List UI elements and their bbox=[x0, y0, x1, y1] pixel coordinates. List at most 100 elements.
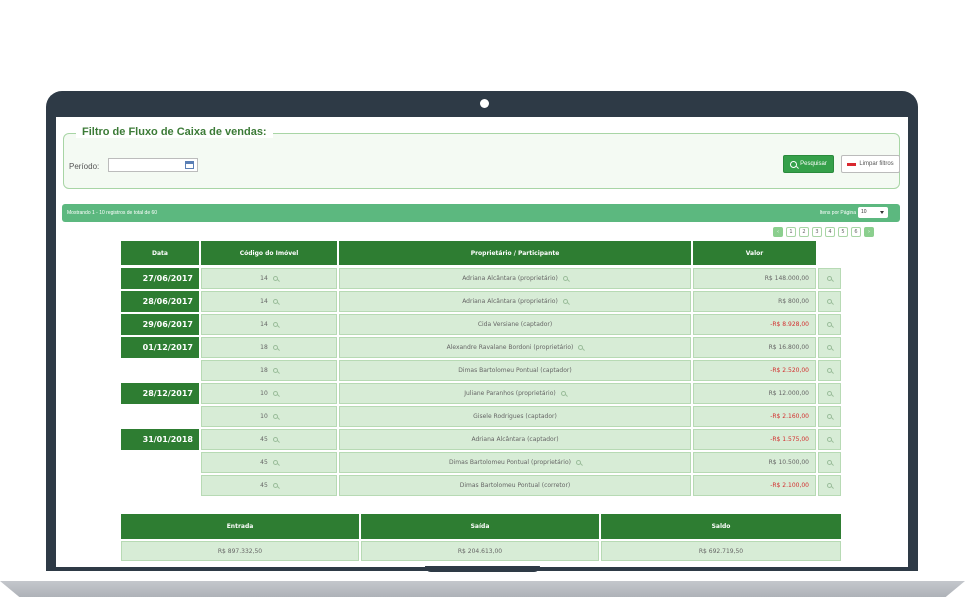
view-property-icon[interactable] bbox=[272, 460, 278, 465]
page-button[interactable]: 6 bbox=[851, 227, 861, 237]
view-detail-icon[interactable] bbox=[827, 299, 832, 304]
view-detail-icon[interactable] bbox=[827, 437, 832, 442]
row-action-cell[interactable] bbox=[818, 383, 841, 404]
view-detail-icon[interactable] bbox=[827, 483, 832, 488]
view-property-icon[interactable] bbox=[272, 414, 278, 419]
search-icon bbox=[790, 160, 798, 168]
summary-value: R$ 692.719,50 bbox=[601, 541, 841, 561]
property-code-cell: 14 bbox=[201, 314, 337, 335]
value-cell: -R$ 2.160,00 bbox=[693, 406, 816, 427]
property-code-cell: 45 bbox=[201, 475, 337, 496]
page-button[interactable]: 2 bbox=[799, 227, 809, 237]
participant-cell: Alexandre Ravalane Bordoni (proprietário… bbox=[339, 337, 691, 358]
period-input[interactable] bbox=[108, 158, 198, 172]
value-cell: R$ 12.000,00 bbox=[693, 383, 816, 404]
summary-value: R$ 204.613,00 bbox=[361, 541, 599, 561]
laptop-base bbox=[0, 581, 965, 597]
row-action-cell[interactable] bbox=[818, 429, 841, 450]
property-code: 14 bbox=[260, 298, 268, 305]
prev-page-button[interactable]: ‹ bbox=[773, 227, 783, 237]
view-detail-icon[interactable] bbox=[827, 345, 832, 350]
view-detail-icon[interactable] bbox=[827, 460, 832, 465]
property-code-cell: 18 bbox=[201, 337, 337, 358]
participant-cell: Dimas Bartolomeu Pontual (corretor) bbox=[339, 475, 691, 496]
participant-cell: Adriana Alcântara (captador) bbox=[339, 429, 691, 450]
row-action-cell[interactable] bbox=[818, 360, 841, 381]
value-cell: -R$ 1.575,00 bbox=[693, 429, 816, 450]
row-action-cell[interactable] bbox=[818, 406, 841, 427]
view-owner-icon[interactable] bbox=[575, 460, 581, 465]
participant-name: Adriana Alcântara (proprietário) bbox=[462, 298, 558, 305]
participant-name: Dimas Bartolomeu Pontual (captador) bbox=[458, 367, 572, 374]
view-property-icon[interactable] bbox=[272, 437, 278, 442]
per-page-label: Itens por Página bbox=[819, 210, 856, 216]
date-cell: 01/12/2017 bbox=[121, 337, 199, 358]
view-property-icon[interactable] bbox=[272, 368, 278, 373]
property-code-cell: 18 bbox=[201, 360, 337, 381]
property-code: 10 bbox=[260, 390, 268, 397]
page-button[interactable]: 4 bbox=[825, 227, 835, 237]
view-detail-icon[interactable] bbox=[827, 414, 832, 419]
clear-icon bbox=[847, 162, 857, 166]
participant-name: Juliane Paranhos (proprietário) bbox=[464, 390, 556, 397]
view-detail-icon[interactable] bbox=[827, 276, 832, 281]
value-cell: R$ 10.500,00 bbox=[693, 452, 816, 473]
view-property-icon[interactable] bbox=[272, 299, 278, 304]
records-count: Mostrando 1 - 10 registros de total de 6… bbox=[67, 210, 158, 216]
view-owner-icon[interactable] bbox=[562, 299, 568, 304]
calendar-icon[interactable] bbox=[185, 161, 194, 169]
pagination: ‹ 1 2 3 4 5 6 › bbox=[773, 227, 874, 237]
app-screen: Filtro de Fluxo de Caixa de vendas: Perí… bbox=[56, 117, 908, 567]
records-bar: Mostrando 1 - 10 registros de total de 6… bbox=[62, 204, 900, 222]
row-action-cell[interactable] bbox=[818, 291, 841, 312]
view-property-icon[interactable] bbox=[272, 391, 278, 396]
property-code: 14 bbox=[260, 321, 268, 328]
row-action-cell[interactable] bbox=[818, 337, 841, 358]
view-property-icon[interactable] bbox=[272, 322, 278, 327]
value-cell: R$ 148.000,00 bbox=[693, 268, 816, 289]
property-code-cell: 14 bbox=[201, 268, 337, 289]
row-action-cell[interactable] bbox=[818, 314, 841, 335]
per-page-select[interactable]: 10 bbox=[858, 207, 888, 218]
column-header: Valor bbox=[693, 241, 816, 265]
page-button[interactable]: 5 bbox=[838, 227, 848, 237]
row-action-cell[interactable] bbox=[818, 475, 841, 496]
clear-filters-button[interactable]: Limpar filtros bbox=[841, 155, 900, 173]
view-detail-icon[interactable] bbox=[827, 391, 832, 396]
page-button[interactable]: 3 bbox=[812, 227, 822, 237]
summary-header: Saldo bbox=[601, 514, 841, 539]
participant-name: Alexandre Ravalane Bordoni (proprietário… bbox=[446, 344, 574, 351]
search-button[interactable]: Pesquisar bbox=[783, 155, 834, 173]
participant-cell: Cida Versiane (captador) bbox=[339, 314, 691, 335]
column-header: Data bbox=[121, 241, 199, 265]
row-action-cell[interactable] bbox=[818, 452, 841, 473]
date-cell: 28/12/2017 bbox=[121, 383, 199, 404]
next-page-button[interactable]: › bbox=[864, 227, 874, 237]
view-detail-icon[interactable] bbox=[827, 322, 832, 327]
view-property-icon[interactable] bbox=[272, 345, 278, 350]
row-action-cell[interactable] bbox=[818, 268, 841, 289]
view-property-icon[interactable] bbox=[272, 483, 278, 488]
participant-cell: Juliane Paranhos (proprietário) bbox=[339, 383, 691, 404]
participant-cell: Adriana Alcântara (proprietário) bbox=[339, 291, 691, 312]
view-property-icon[interactable] bbox=[272, 276, 278, 281]
participant-cell: Dimas Bartolomeu Pontual (proprietário) bbox=[339, 452, 691, 473]
property-code-cell: 45 bbox=[201, 429, 337, 450]
participant-name: Adriana Alcântara (proprietário) bbox=[462, 275, 558, 282]
page-button[interactable]: 1 bbox=[786, 227, 796, 237]
property-code-cell: 14 bbox=[201, 291, 337, 312]
view-detail-icon[interactable] bbox=[827, 368, 832, 373]
participant-cell: Adriana Alcântara (proprietário) bbox=[339, 268, 691, 289]
value-cell: -R$ 2.100,00 bbox=[693, 475, 816, 496]
view-owner-icon[interactable] bbox=[578, 345, 584, 350]
view-owner-icon[interactable] bbox=[562, 276, 568, 281]
participant-name: Gisele Rodrigues (captador) bbox=[473, 413, 557, 420]
column-header: Código do Imóvel bbox=[201, 241, 337, 265]
participant-name: Dimas Bartolomeu Pontual (corretor) bbox=[459, 482, 571, 489]
property-code: 45 bbox=[260, 459, 268, 466]
summary-header: Entrada bbox=[121, 514, 359, 539]
property-code-cell: 45 bbox=[201, 452, 337, 473]
view-owner-icon[interactable] bbox=[560, 391, 566, 396]
participant-cell: Gisele Rodrigues (captador) bbox=[339, 406, 691, 427]
participant-name: Dimas Bartolomeu Pontual (proprietário) bbox=[449, 459, 571, 466]
